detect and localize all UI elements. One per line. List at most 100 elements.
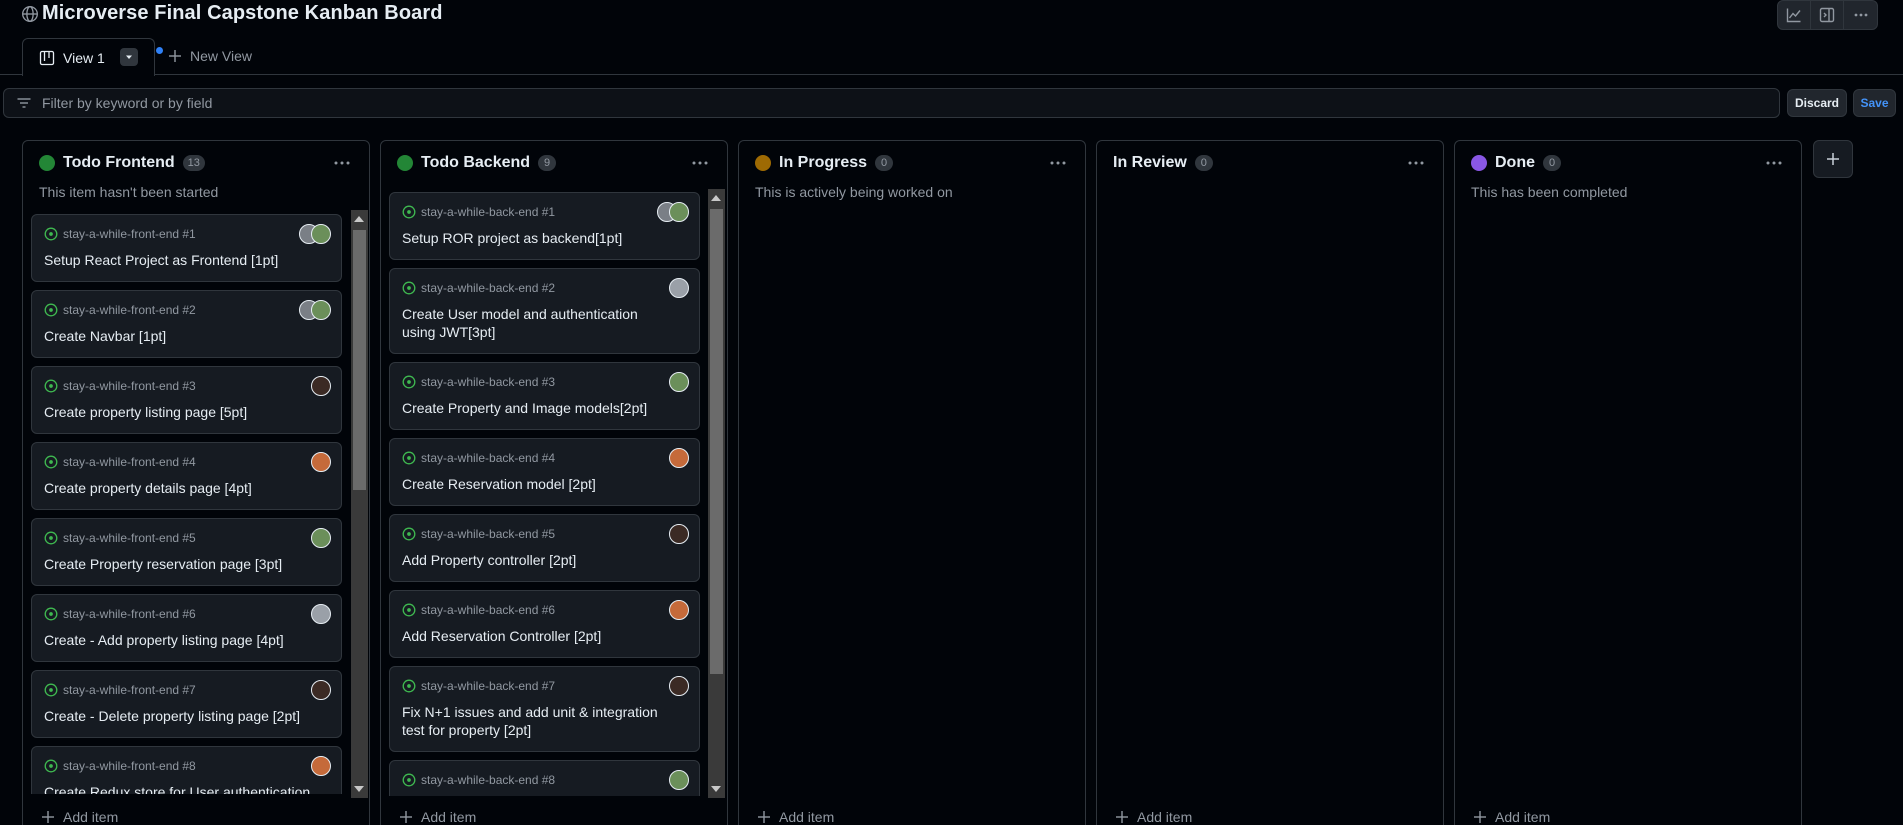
column-menu-button[interactable] [333, 155, 351, 174]
card-repo: stay-a-while-back-end #7 [402, 679, 555, 693]
issue-card[interactable]: stay-a-while-front-end #4 Create propert… [31, 442, 342, 510]
card-repo: stay-a-while-back-end #2 [402, 281, 555, 295]
column-menu-button[interactable] [1765, 155, 1783, 174]
scrollbar-thumb[interactable] [353, 230, 366, 490]
plus-icon [400, 811, 412, 823]
assignees [311, 604, 331, 624]
column-count: 0 [875, 155, 894, 171]
avatar [669, 770, 689, 790]
issue-open-icon [44, 379, 58, 393]
add-item-label: Add item [779, 809, 835, 825]
avatar [311, 680, 331, 700]
issue-card[interactable]: stay-a-while-back-end #8 [389, 760, 700, 796]
avatar [311, 300, 331, 320]
issue-card[interactable]: stay-a-while-back-end #3 Create Property… [389, 362, 700, 430]
issue-card[interactable]: stay-a-while-back-end #7 Fix N+1 issues … [389, 666, 700, 752]
column-done: Done 0 This has been completed Add item [1454, 140, 1802, 825]
column-header: In Progress 0 [755, 154, 894, 172]
issue-card[interactable]: stay-a-while-front-end #1 Setup React Pr… [31, 214, 342, 282]
card-title: Create Property reservation page [3pt] [44, 556, 283, 572]
header-toolbar [1777, 0, 1878, 30]
card-repo-label: stay-a-while-back-end #3 [421, 375, 556, 389]
card-repo: stay-a-while-back-end #1 [402, 205, 555, 219]
avatar [311, 224, 331, 244]
assignees [299, 224, 331, 244]
side-panel-button[interactable] [1811, 1, 1844, 29]
issue-open-icon [44, 303, 58, 317]
card-list-scrollbar[interactable] [351, 210, 368, 798]
more-options-button[interactable] [1844, 1, 1877, 29]
scroll-up-arrow[interactable] [711, 195, 721, 201]
add-item-button[interactable]: Add item [41, 809, 118, 825]
card-list: stay-a-while-back-end #1 Setup ROR proje… [389, 192, 701, 796]
globe-icon [22, 6, 38, 22]
assignees [669, 676, 689, 696]
scroll-down-arrow[interactable] [354, 786, 364, 792]
column-header: Done 0 [1471, 154, 1561, 172]
column-title: Done [1495, 154, 1535, 171]
chevron-down-icon [126, 55, 132, 59]
avatar [669, 278, 689, 298]
issue-card[interactable]: stay-a-while-front-end #3 Create propert… [31, 366, 342, 434]
card-repo: stay-a-while-front-end #1 [44, 227, 196, 241]
issue-card[interactable]: stay-a-while-front-end #8 Create Redux s… [31, 746, 342, 794]
avatar [669, 202, 689, 222]
issue-card[interactable]: stay-a-while-back-end #5 Add Property co… [389, 514, 700, 582]
card-repo-label: stay-a-while-back-end #2 [421, 281, 556, 295]
view-options-dropdown[interactable] [120, 48, 138, 66]
add-item-button[interactable]: Add item [757, 809, 834, 825]
column-menu-button[interactable] [691, 155, 709, 174]
tab-view-1[interactable]: View 1 [22, 38, 163, 76]
card-repo: stay-a-while-front-end #7 [44, 683, 196, 697]
card-repo-label: stay-a-while-back-end #7 [421, 679, 556, 693]
scroll-down-arrow[interactable] [711, 786, 721, 792]
plus-icon [1474, 811, 1486, 823]
issue-open-icon [402, 527, 416, 541]
column-menu-button[interactable] [1049, 155, 1067, 174]
column-count: 13 [182, 155, 205, 171]
card-title: Create Reservation model [2pt] [402, 476, 596, 492]
issue-open-icon [402, 451, 416, 465]
add-item-label: Add item [63, 809, 119, 825]
assignees [311, 376, 331, 396]
issue-card[interactable]: stay-a-while-front-end #5 Create Propert… [31, 518, 342, 586]
filter-input[interactable] [42, 95, 1742, 111]
discard-button[interactable]: Discard [1787, 89, 1847, 117]
issue-card[interactable]: stay-a-while-back-end #2 Create User mod… [389, 268, 700, 354]
issue-open-icon [402, 679, 416, 693]
add-item-button[interactable]: Add item [1473, 809, 1550, 825]
column-description: This has been completed [1471, 184, 1628, 200]
scroll-up-arrow[interactable] [354, 216, 364, 222]
card-repo: stay-a-while-front-end #5 [44, 531, 196, 545]
insights-button[interactable] [1778, 1, 1811, 29]
card-title: Setup React Project as Frontend [1pt] [44, 252, 279, 268]
scrollbar-thumb[interactable] [710, 209, 723, 674]
column-title: Todo Backend [421, 154, 531, 171]
more-icon [1408, 161, 1424, 165]
add-column-button[interactable] [1813, 140, 1853, 178]
card-title: Create Redux store for User authenticati… [44, 784, 311, 794]
issue-card[interactable]: stay-a-while-front-end #6 Create - Add p… [31, 594, 342, 662]
card-repo-label: stay-a-while-back-end #5 [421, 527, 556, 541]
save-button[interactable]: Save [1853, 89, 1896, 117]
issue-card[interactable]: stay-a-while-back-end #1 Setup ROR proje… [389, 192, 700, 260]
issue-card[interactable]: stay-a-while-front-end #2 Create Navbar … [31, 290, 342, 358]
add-item-label: Add item [1137, 809, 1193, 825]
issue-card[interactable]: stay-a-while-back-end #4 Create Reservat… [389, 438, 700, 506]
new-view-button[interactable]: New View [168, 48, 252, 64]
add-item-button[interactable]: Add item [1115, 809, 1192, 825]
column-menu-button[interactable] [1407, 155, 1425, 174]
column-header: Todo Backend 9 [397, 154, 557, 172]
issue-card[interactable]: stay-a-while-front-end #7 Create - Delet… [31, 670, 342, 738]
assignees [669, 372, 689, 392]
assignees [669, 278, 689, 298]
issue-card[interactable]: stay-a-while-back-end #6 Add Reservation… [389, 590, 700, 658]
card-list-scrollbar[interactable] [708, 189, 725, 798]
avatar [311, 376, 331, 396]
add-item-button[interactable]: Add item [399, 809, 476, 825]
assignees [669, 770, 689, 790]
new-view-label: New View [190, 48, 252, 64]
column-header: In Review 0 [1113, 154, 1213, 172]
issue-open-icon [402, 281, 416, 295]
more-icon [1854, 13, 1867, 17]
